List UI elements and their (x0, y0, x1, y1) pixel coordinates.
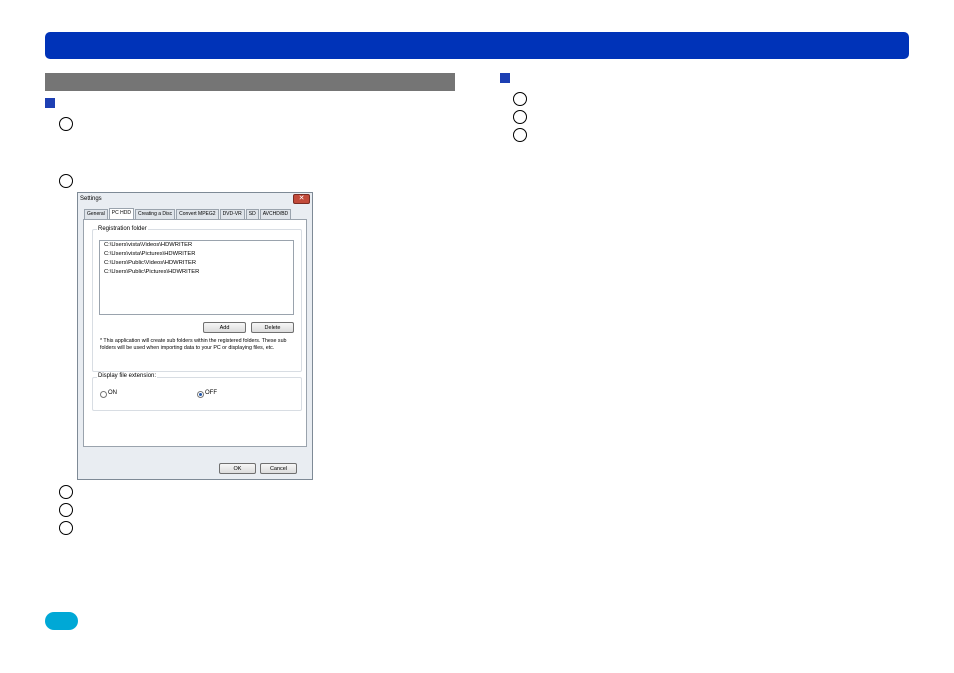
subfolder-note: * This application will create sub folde… (100, 338, 287, 352)
on-radio-label: ON (108, 390, 117, 396)
header-bar (45, 32, 909, 59)
display-extension-label: Display file extension: (97, 373, 158, 379)
add-button[interactable]: Add (203, 322, 246, 333)
cancel-button[interactable]: Cancel (260, 463, 297, 474)
folder-item[interactable]: C:\Users\vista\Pictures\HDWRITER (100, 250, 293, 259)
section-bullet-right (500, 73, 510, 83)
tab-avchd-bd[interactable]: AVCHD/BD (259, 209, 292, 219)
step-circle-5 (59, 521, 73, 535)
folder-item[interactable]: C:\Users\vista\Videos\HDWRITER (100, 241, 293, 250)
step-circle-4 (59, 503, 73, 517)
tab-strip: General PC HDD Creating a Disc Convert M… (84, 208, 292, 219)
section-bullet-left (45, 98, 55, 108)
tab-convert-mpeg2[interactable]: Convert MPEG2 (176, 209, 219, 219)
tab-creating-a-disc[interactable]: Creating a Disc (134, 209, 176, 219)
on-radio[interactable] (100, 391, 107, 398)
step-circle-3 (59, 485, 73, 499)
folder-list[interactable]: C:\Users\vista\Videos\HDWRITER C:\Users\… (99, 240, 294, 315)
delete-button[interactable]: Delete (251, 322, 294, 333)
step-circle-2 (59, 174, 73, 188)
step-circle-r2 (513, 110, 527, 124)
off-radio-label: OFF (205, 390, 217, 396)
ok-button[interactable]: OK (219, 463, 256, 474)
step-circle-r1 (513, 92, 527, 106)
folder-item[interactable]: C:\Users\Public\Videos\HDWRITER (100, 259, 293, 268)
tab-panel: Registration folder C:\Users\vista\Video… (83, 219, 307, 447)
step-circle-1 (59, 117, 73, 131)
tab-general[interactable]: General (84, 209, 108, 219)
tab-dvd-vr[interactable]: DVD-VR (219, 209, 245, 219)
tab-sd[interactable]: SD (245, 209, 259, 219)
section-bar (45, 73, 455, 91)
tab-pc-hdd[interactable]: PC HDD (108, 208, 134, 219)
page-number-badge (45, 612, 78, 630)
dialog-title: Settings (80, 196, 102, 202)
off-radio[interactable] (197, 391, 204, 398)
step-circle-r3 (513, 128, 527, 142)
registration-folder-label: Registration folder (97, 226, 148, 232)
close-icon[interactable]: ✕ (293, 194, 310, 204)
folder-item[interactable]: C:\Users\Public\Pictures\HDWRITER (100, 268, 293, 277)
settings-dialog: Settings ✕ General PC HDD Creating a Dis… (77, 192, 313, 480)
